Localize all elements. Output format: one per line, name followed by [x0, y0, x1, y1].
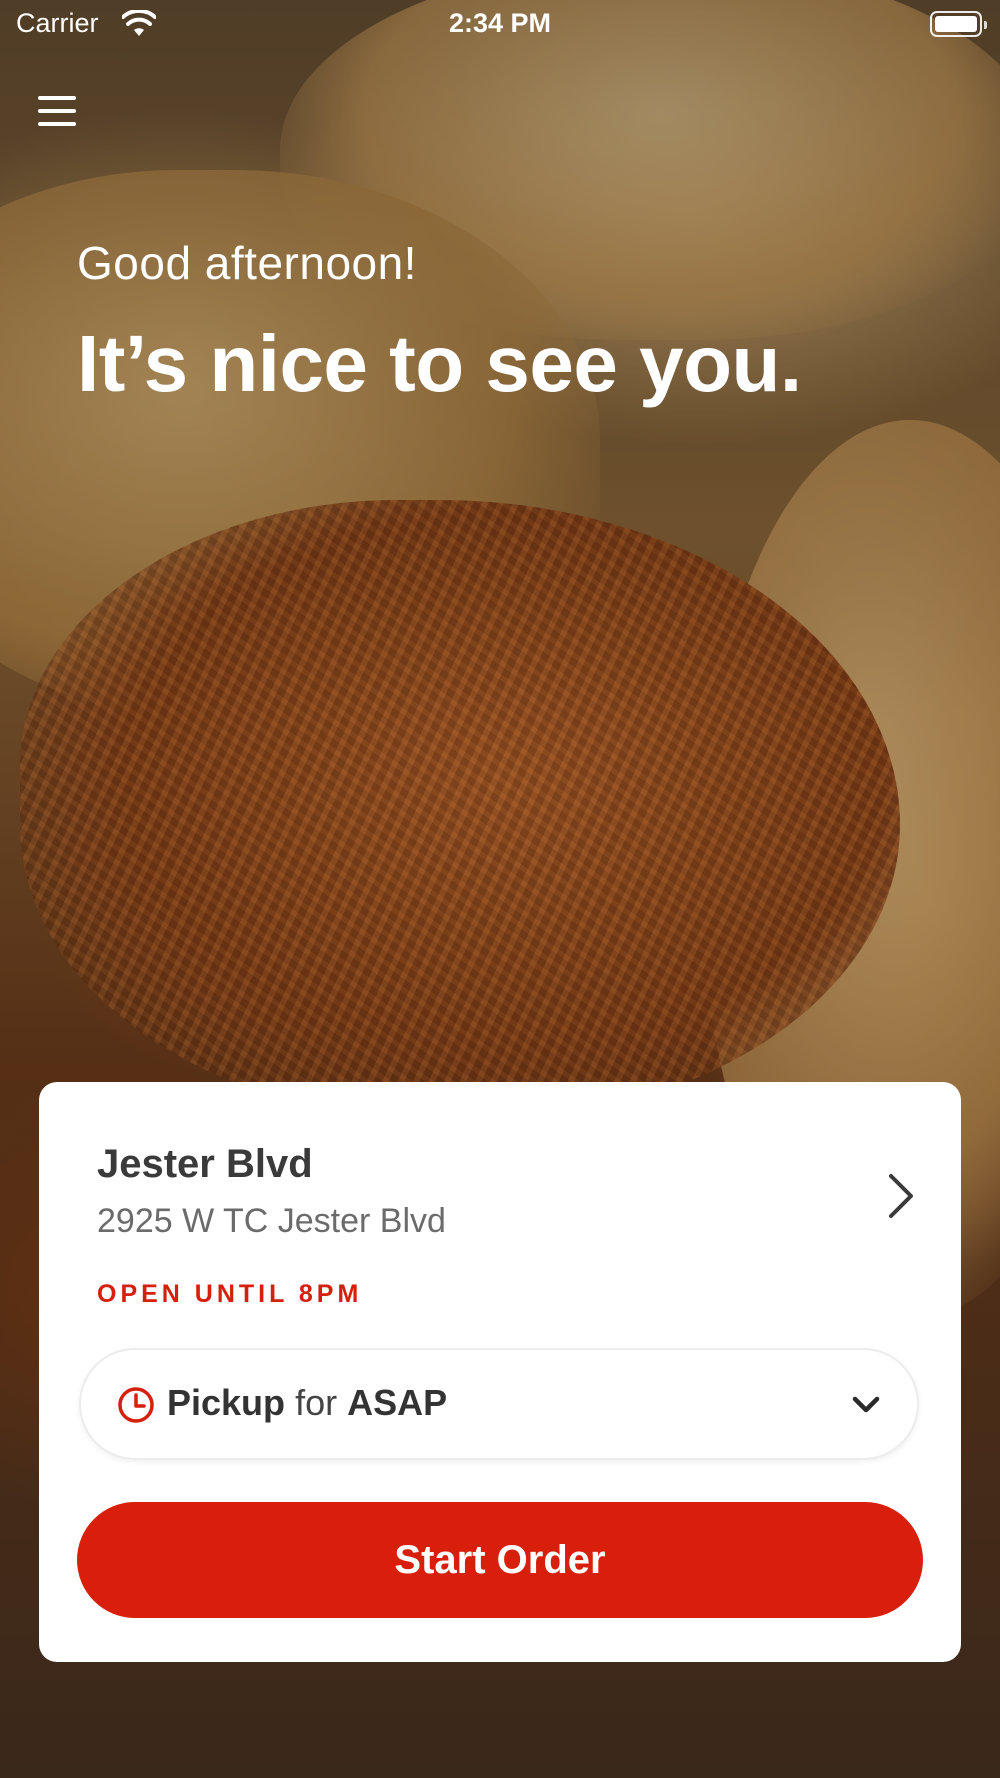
start-order-button[interactable]: Start Order: [77, 1502, 923, 1618]
location-selector[interactable]: Jester Blvd 2925 W TC Jester Blvd: [97, 1142, 917, 1252]
order-mode-connector: for: [295, 1382, 338, 1423]
clock-icon: [118, 1387, 154, 1423]
order-card: Jester Blvd 2925 W TC Jester Blvd OPEN U…: [39, 1082, 961, 1662]
pickup-summary: Pickup for ASAP: [167, 1382, 447, 1424]
order-mode-label: Pickup: [167, 1382, 286, 1423]
location-address: 2925 W TC Jester Blvd: [97, 1202, 446, 1240]
clock-time: 2:34 PM: [448, 8, 552, 38]
hamburger-menu-icon[interactable]: [36, 92, 80, 132]
open-status-label: OPEN UNTIL 8PM: [97, 1280, 363, 1308]
status-bar: Carrier 2:34 PM: [0, 0, 1000, 50]
chevron-down-icon: [852, 1396, 880, 1413]
order-time-label: ASAP: [347, 1382, 448, 1423]
battery-icon: [930, 11, 987, 37]
pickup-time-dropdown[interactable]: Pickup for ASAP: [79, 1348, 919, 1460]
location-name: Jester Blvd: [97, 1142, 313, 1186]
greeting-text: Good afternoon!: [77, 237, 417, 289]
headline-text: It’s nice to see you.: [77, 319, 802, 408]
chevron-right-icon: [889, 1174, 913, 1218]
